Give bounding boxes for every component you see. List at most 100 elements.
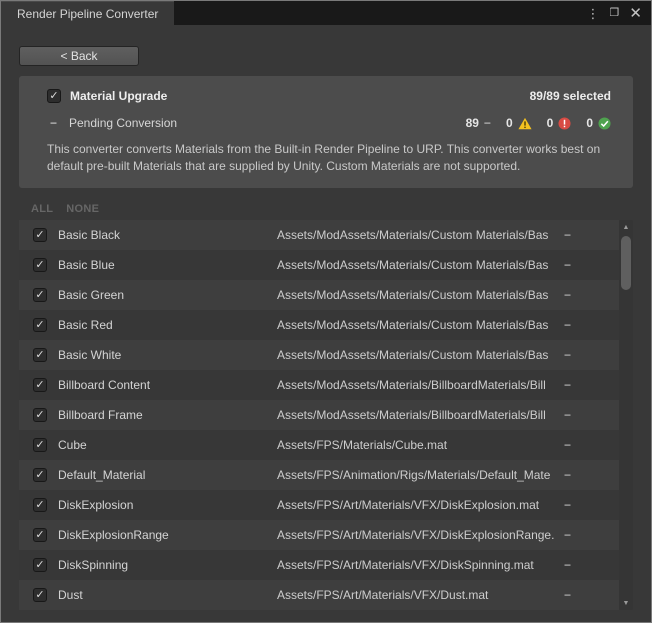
error-count: 0 (547, 116, 554, 130)
material-path: Assets/ModAssets/Materials/BillboardMate… (277, 408, 556, 422)
material-row[interactable]: Default_Material Assets/FPS/Animation/Ri… (19, 460, 619, 490)
material-row[interactable]: Billboard Content Assets/ModAssets/Mater… (19, 370, 619, 400)
material-row[interactable]: Billboard Frame Assets/ModAssets/Materia… (19, 400, 619, 430)
pending-status-icon: − (564, 258, 571, 272)
success-count: 0 (586, 116, 593, 130)
back-button[interactable]: < Back (19, 46, 139, 66)
material-row[interactable]: Basic White Assets/ModAssets/Materials/C… (19, 340, 619, 370)
material-row[interactable]: DiskExplosionRange Assets/FPS/Art/Materi… (19, 520, 619, 550)
material-row[interactable]: Basic Black Assets/ModAssets/Materials/C… (19, 220, 619, 250)
material-name: Basic Green (58, 288, 277, 302)
material-checkbox[interactable] (33, 408, 47, 422)
warning-icon (518, 117, 532, 130)
titlebar-icons: ⋮ ❐ ✕ (587, 1, 651, 25)
material-checkbox[interactable] (33, 348, 47, 362)
converter-description: This converter converts Materials from t… (47, 141, 611, 175)
scroll-down-icon[interactable]: ▼ (619, 596, 633, 610)
material-path: Assets/ModAssets/Materials/Custom Materi… (277, 318, 556, 332)
material-name: Billboard Frame (58, 408, 277, 422)
materials-list: Basic Black Assets/ModAssets/Materials/C… (19, 220, 619, 610)
window-title: Render Pipeline Converter (17, 7, 158, 21)
list-area: Basic Black Assets/ModAssets/Materials/C… (19, 220, 633, 610)
material-name: Basic Black (58, 228, 277, 242)
material-row[interactable]: DiskExplosion Assets/FPS/Art/Materials/V… (19, 490, 619, 520)
maximize-icon[interactable]: ❐ (610, 8, 620, 19)
selected-count: 89/89 selected (530, 89, 611, 103)
pending-label: Pending Conversion (69, 116, 177, 130)
converter-panel: Material Upgrade 89/89 selected − Pendin… (19, 76, 633, 188)
material-name: DiskSpinning (58, 558, 277, 572)
material-checkbox[interactable] (33, 468, 47, 482)
converter-header: Material Upgrade 89/89 selected (47, 89, 611, 103)
material-path: Assets/ModAssets/Materials/Custom Materi… (277, 288, 556, 302)
material-checkbox[interactable] (33, 318, 47, 332)
titlebar-spacer (174, 1, 586, 25)
material-path: Assets/FPS/Materials/Cube.mat (277, 438, 556, 452)
pending-status-icon: − (564, 228, 571, 242)
material-row[interactable]: DiskSpinning Assets/FPS/Art/Materials/VF… (19, 550, 619, 580)
render-pipeline-converter-window: Render Pipeline Converter ⋮ ❐ ✕ < Back M… (0, 0, 652, 623)
material-name: Cube (58, 438, 277, 452)
converter-title: Material Upgrade (70, 89, 167, 103)
scrollbar[interactable]: ▲ ▼ (619, 220, 633, 610)
close-icon[interactable]: ✕ (629, 6, 642, 21)
menu-icon[interactable]: ⋮ (587, 7, 600, 20)
select-none-button[interactable]: NONE (66, 203, 99, 215)
pending-icon: − (47, 116, 60, 130)
converter-checkbox[interactable] (47, 89, 61, 103)
pending-status-icon: − (564, 348, 571, 362)
select-all-button[interactable]: ALL (31, 203, 53, 215)
material-name: Basic White (58, 348, 277, 362)
material-checkbox[interactable] (33, 498, 47, 512)
scroll-up-icon[interactable]: ▲ (619, 220, 633, 234)
material-name: Basic Red (58, 318, 277, 332)
titlebar: Render Pipeline Converter ⋮ ❐ ✕ (1, 1, 651, 25)
pending-status-icon: − (564, 528, 571, 542)
material-path: Assets/ModAssets/Materials/Custom Materi… (277, 348, 556, 362)
material-checkbox[interactable] (33, 438, 47, 452)
material-row[interactable]: Basic Green Assets/ModAssets/Materials/C… (19, 280, 619, 310)
material-name: Dust (58, 588, 277, 602)
material-path: Assets/ModAssets/Materials/BillboardMate… (277, 378, 556, 392)
success-icon (598, 117, 611, 130)
pending-status-icon: − (564, 288, 571, 302)
window-tab[interactable]: Render Pipeline Converter (1, 1, 174, 25)
material-name: DiskExplosionRange (58, 528, 277, 542)
material-path: Assets/ModAssets/Materials/Custom Materi… (277, 228, 556, 242)
material-row[interactable]: Basic Blue Assets/ModAssets/Materials/Cu… (19, 250, 619, 280)
pending-status-icon: − (564, 318, 571, 332)
material-path: Assets/FPS/Art/Materials/VFX/DiskExplosi… (277, 528, 556, 542)
material-path: Assets/ModAssets/Materials/Custom Materi… (277, 258, 556, 272)
material-row[interactable]: Basic Red Assets/ModAssets/Materials/Cus… (19, 310, 619, 340)
material-row[interactable]: Dust Assets/FPS/Art/Materials/VFX/Dust.m… (19, 580, 619, 610)
material-checkbox[interactable] (33, 528, 47, 542)
material-name: Basic Blue (58, 258, 277, 272)
material-name: Default_Material (58, 468, 277, 482)
material-path: Assets/FPS/Art/Materials/VFX/DiskExplosi… (277, 498, 556, 512)
pending-status-icon: − (564, 438, 571, 452)
material-path: Assets/FPS/Art/Materials/VFX/DiskSpinnin… (277, 558, 556, 572)
error-icon (558, 117, 571, 130)
material-path: Assets/FPS/Art/Materials/VFX/Dust.mat (277, 588, 556, 602)
material-name: Billboard Content (58, 378, 277, 392)
material-checkbox[interactable] (33, 228, 47, 242)
pending-status-icon: − (564, 588, 571, 602)
pending-status-icon: − (564, 378, 571, 392)
selection-shortcuts: ALL NONE (31, 203, 651, 215)
material-checkbox[interactable] (33, 258, 47, 272)
material-checkbox[interactable] (33, 378, 47, 392)
material-name: DiskExplosion (58, 498, 277, 512)
scrollbar-thumb[interactable] (621, 236, 631, 290)
warning-count: 0 (506, 116, 513, 130)
material-checkbox[interactable] (33, 288, 47, 302)
pending-status-icon: − (564, 558, 571, 572)
pending-status-icon: − (564, 408, 571, 422)
status-counts: 89 − 0 0 0 (456, 116, 611, 130)
pending-status-icon: − (564, 498, 571, 512)
pending-status-icon: − (564, 468, 571, 482)
material-row[interactable]: Cube Assets/FPS/Materials/Cube.mat − (19, 430, 619, 460)
material-checkbox[interactable] (33, 588, 47, 602)
pending-count-icon: − (484, 116, 491, 130)
material-path: Assets/FPS/Animation/Rigs/Materials/Defa… (277, 468, 556, 482)
material-checkbox[interactable] (33, 558, 47, 572)
